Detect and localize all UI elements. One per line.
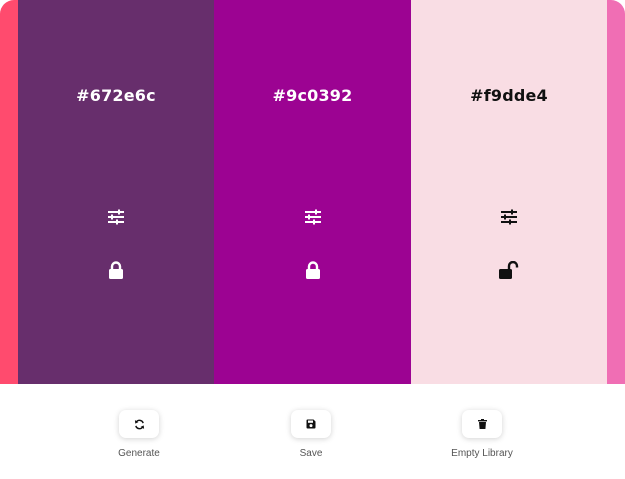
color-column-2: #9c0392 — [214, 0, 411, 384]
sliders-icon — [304, 209, 321, 225]
trash-icon — [477, 419, 487, 429]
lock-button[interactable] — [301, 258, 325, 282]
empty-library-label: Empty Library — [451, 448, 513, 459]
color-hex-label[interactable]: #672e6c — [18, 86, 214, 105]
palette-app: #672e6c #9c0392 #f9dde4 Generate Save Em… — [0, 0, 625, 479]
color-hex-label[interactable]: #9c0392 — [214, 86, 411, 105]
color-column-3: #f9dde4 — [411, 0, 607, 384]
save-tool: Save — [256, 410, 366, 459]
adjust-button[interactable] — [497, 205, 521, 229]
lock-button[interactable] — [104, 258, 128, 282]
empty-library-button[interactable] — [462, 410, 502, 438]
palette-strip: #672e6c #9c0392 #f9dde4 — [0, 0, 625, 384]
generate-button[interactable] — [119, 410, 159, 438]
empty-library-tool: Empty Library — [427, 410, 537, 459]
adjust-button[interactable] — [104, 205, 128, 229]
lock-icon — [305, 261, 320, 279]
sliders-icon — [108, 209, 124, 225]
toolbar: Generate Save Empty Library — [0, 384, 625, 479]
sliders-icon — [501, 209, 517, 225]
refresh-icon — [134, 419, 144, 429]
color-hex-label[interactable]: #f9dde4 — [411, 86, 607, 105]
color-column-1: #672e6c — [18, 0, 214, 384]
save-label: Save — [299, 448, 323, 459]
palette-edge-left — [0, 0, 18, 384]
save-button[interactable] — [291, 410, 331, 438]
unlock-icon — [499, 261, 519, 279]
generate-tool: Generate — [84, 410, 194, 459]
floppy-disk-icon — [306, 419, 316, 429]
lock-icon — [109, 261, 123, 279]
unlock-button[interactable] — [497, 258, 521, 282]
palette-edge-right — [607, 0, 625, 384]
generate-label: Generate — [118, 448, 160, 459]
adjust-button[interactable] — [301, 205, 325, 229]
